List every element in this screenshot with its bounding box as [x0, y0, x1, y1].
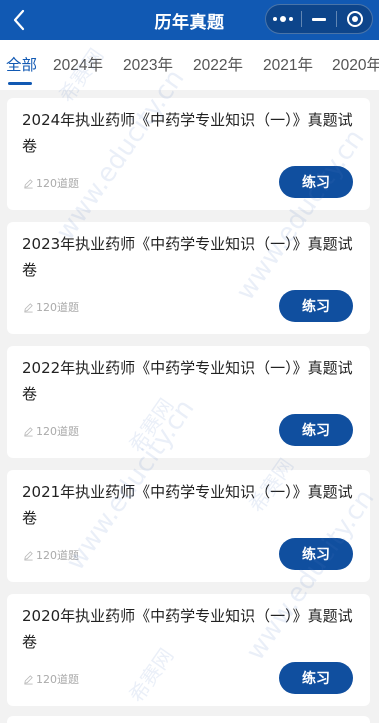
target-icon — [346, 11, 363, 27]
question-count: 120道题 — [23, 671, 79, 687]
year-tab-bar: 全部 2024年 2023年 2022年 2021年 2020年 — [0, 40, 379, 90]
tab-2021[interactable]: 2021年 — [263, 53, 313, 75]
tab-2022[interactable]: 2022年 — [193, 53, 243, 75]
practice-button[interactable]: 练习 — [279, 414, 353, 446]
top-nav-bar: 历年真题 — [0, 0, 379, 40]
pencil-icon — [24, 426, 33, 436]
exam-title: 2020年执业药师《中药学专业知识（一）》真题试卷 — [22, 607, 353, 651]
exam-title: 2023年执业药师《中药学专业知识（一）》真题试卷 — [22, 235, 353, 279]
exam-card[interactable]: 2020年执业药师《中药学专业知识（一）》真题试卷 120道题 练习 — [7, 594, 370, 706]
exam-card[interactable]: 2023年执业药师《中药学专业知识（一）》真题试卷 120道题 练习 — [7, 222, 370, 334]
tab-2023[interactable]: 2023年 — [123, 53, 173, 75]
pencil-icon — [24, 302, 33, 312]
exam-title: 2024年执业药师《中药学专业知识（一）》真题试卷 — [22, 111, 353, 155]
exam-card[interactable]: 2021年执业药师《中药学专业知识（一）》真题试卷 120道题 练习 — [7, 470, 370, 582]
question-count: 120道题 — [23, 423, 79, 439]
question-count-label: 120道题 — [36, 549, 79, 562]
tab-2020[interactable]: 2020年 — [332, 53, 379, 75]
pencil-icon — [24, 674, 33, 684]
question-count-label: 120道题 — [36, 425, 79, 438]
tab-all[interactable]: 全部 — [6, 53, 37, 75]
more-dots-icon — [273, 16, 294, 22]
minimize-button[interactable] — [302, 5, 337, 33]
question-count-label: 120道题 — [36, 673, 79, 686]
practice-button[interactable]: 练习 — [279, 662, 353, 694]
exam-title: 2022年执业药师《中药学专业知识（一）》真题试卷 — [22, 359, 353, 403]
practice-button[interactable]: 练习 — [279, 290, 353, 322]
back-button[interactable] — [4, 4, 34, 36]
question-count: 120道题 — [23, 547, 79, 563]
exam-card[interactable]: 2022年执业药师《中药学专业知识（一）》真题试卷 120道题 练习 — [7, 346, 370, 458]
question-count: 120道题 — [23, 299, 79, 315]
mini-program-capsule — [265, 4, 373, 34]
question-count-label: 120道题 — [36, 301, 79, 314]
practice-button[interactable]: 练习 — [279, 538, 353, 570]
minus-icon — [312, 17, 326, 21]
page-title: 历年真题 — [154, 12, 225, 33]
more-button[interactable] — [266, 5, 301, 33]
tab-2024[interactable]: 2024年 — [53, 53, 103, 75]
exam-title: 2021年执业药师《中药学专业知识（一）》真题试卷 — [22, 483, 353, 527]
practice-button[interactable]: 练习 — [279, 166, 353, 198]
exam-card[interactable]: 2024年执业药师《中药学专业知识（一）》真题试卷 120道题 练习 — [7, 98, 370, 210]
pencil-icon — [24, 550, 33, 560]
question-count: 120道题 — [23, 175, 79, 191]
close-button[interactable] — [337, 5, 372, 33]
pencil-icon — [24, 178, 33, 188]
exam-card-partial — [7, 716, 370, 723]
active-tab-indicator — [8, 82, 32, 85]
chevron-left-icon — [13, 9, 25, 31]
question-count-label: 120道题 — [36, 177, 79, 190]
